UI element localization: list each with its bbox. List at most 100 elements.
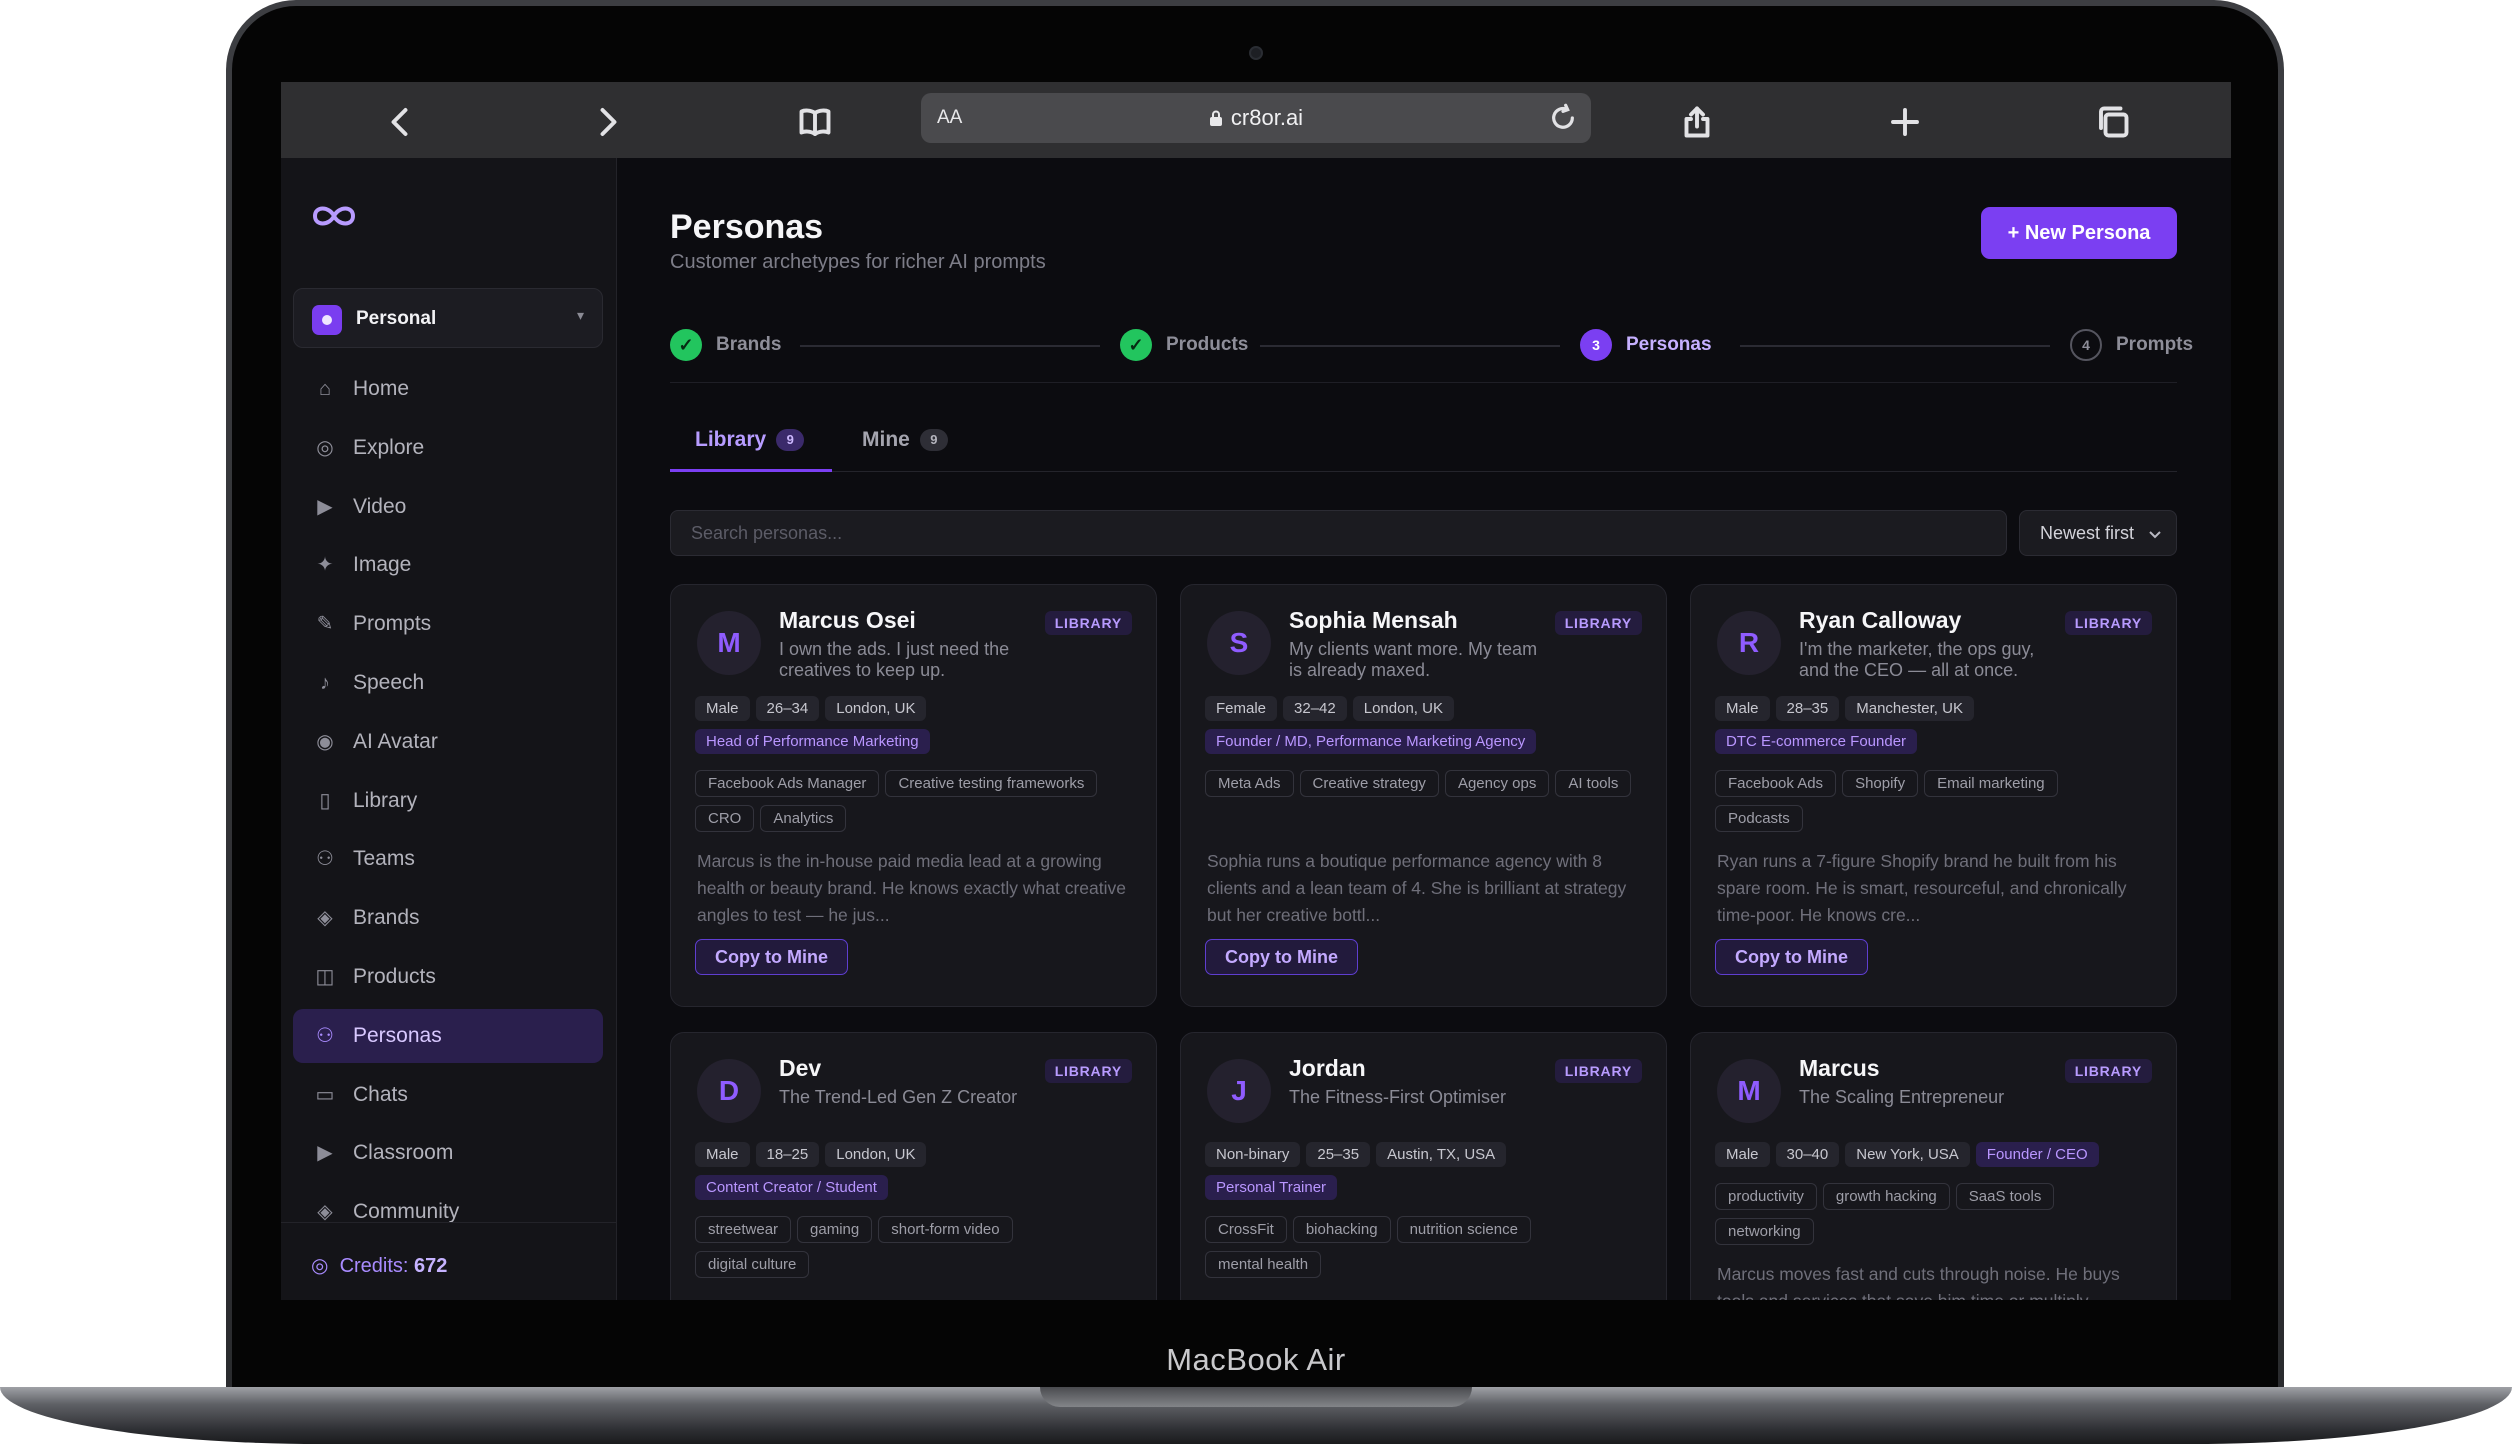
chevron-right-icon	[600, 108, 617, 136]
credits-display: ◎ Credits: 672	[311, 1253, 447, 1278]
skill-chip: CRO	[695, 805, 755, 832]
persona-tagline: The Trend-Led Gen Z Creator	[779, 1087, 1018, 1107]
bookmarks-button[interactable]	[795, 102, 835, 142]
skill-chip: Facebook Ads	[1715, 770, 1837, 797]
sidebar-item-label: Community	[353, 1200, 460, 1224]
step-personas[interactable]: 3 Personas	[1580, 328, 1712, 362]
sidebar-item-library[interactable]: ▯ Library	[293, 774, 603, 828]
sidebar-item-brands[interactable]: ◈ Brands	[293, 891, 603, 945]
sidebar-item-teams[interactable]: ⚇ Teams	[293, 832, 603, 886]
check-icon: ✓	[670, 329, 702, 361]
sidebar-item-classroom[interactable]: ▶ Classroom	[293, 1126, 603, 1180]
sort-selected: Newest first	[2040, 522, 2135, 543]
skill-chip: Agency ops	[1444, 770, 1550, 797]
sidebar-item-label: Prompts	[353, 612, 432, 636]
screen: AA cr8or.ai Personal ▾ ⌂ Home ◎ Explore ▶ Vi	[281, 82, 2231, 1300]
sidebar-item-chats[interactable]: ▭ Chats	[293, 1068, 603, 1122]
tab-mine[interactable]: Mine 9	[862, 420, 972, 472]
persona-card[interactable]: M Marcus The Scaling Entrepreneur LIBRARY Ma…	[1690, 1032, 2177, 1300]
skill-chips: Facebook Ads Manager Creative testing fra…	[695, 770, 1135, 840]
demographic-chips: Male 30–40 New York, USA Founder / CEO	[1715, 1142, 2155, 1175]
address-bar[interactable]: AA cr8or.ai	[921, 93, 1591, 143]
persona-name: Sophia Mensah	[1289, 607, 1458, 633]
demographic-chip: 32–42	[1283, 696, 1347, 721]
persona-card[interactable]: D Dev The Trend-Led Gen Z Creator LIBRARY Ma…	[670, 1032, 1157, 1300]
persona-description: Ryan runs a 7-figure Shopify brand he bu…	[1717, 851, 2127, 925]
chevron-left-icon	[391, 108, 408, 136]
sidebar-item-speech[interactable]: ♪ Speech	[293, 656, 603, 710]
sidebar-item-label: Brands	[353, 906, 420, 930]
step-label: Personas	[1626, 334, 1712, 355]
sidebar-item-products[interactable]: ◫ Products	[293, 950, 603, 1004]
persona-description: Jordan lives and breathes performance op…	[1207, 1294, 1647, 1300]
demographic-chip: 18–25	[755, 1142, 820, 1167]
count-badge: 9	[776, 429, 805, 451]
library-badge: LIBRARY	[2064, 1059, 2152, 1083]
persona-card[interactable]: S Sophia Mensah My clients want more. My t…	[1180, 584, 1667, 1007]
demographic-chips: Non-binary 25–35 Austin, TX, USA Personal T…	[1205, 1142, 1645, 1208]
skill-chip: productivity	[1715, 1183, 1817, 1210]
skill-chip: mental health	[1205, 1251, 1322, 1278]
skill-chips: Facebook Ads Shopify Email marketing Podcas…	[1715, 770, 2155, 840]
persona-tabs: Library 9 Mine 9	[670, 420, 2177, 472]
copy-to-mine-button[interactable]: Copy to Mine	[695, 939, 848, 975]
share-button[interactable]	[1677, 102, 1717, 142]
sidebar-item-image[interactable]: ✦ Image	[293, 538, 603, 592]
camera	[1249, 46, 1263, 60]
reload-button[interactable]	[1547, 102, 1579, 134]
sidebar-item-prompts[interactable]: ✎ Prompts	[293, 597, 603, 651]
copy-to-mine-button[interactable]: Copy to Mine	[1715, 939, 1868, 975]
persona-card[interactable]: R Ryan Calloway I'm the marketer, the ops …	[1690, 584, 2177, 1007]
demographic-chip: 28–35	[1775, 696, 1840, 721]
sidebar-item-explore[interactable]: ◎ Explore	[293, 421, 603, 475]
sidebar-item-personas[interactable]: ⚇ Personas	[293, 1008, 603, 1063]
diamond-icon: ◈	[317, 907, 333, 930]
forward-button[interactable]	[587, 102, 627, 142]
infinity-logo-icon[interactable]	[309, 202, 359, 230]
url-text: cr8or.ai	[1230, 105, 1304, 130]
avatar: R	[1717, 611, 1781, 675]
sidebar-item-ai-avatar[interactable]: ◉ AI Avatar	[293, 715, 603, 769]
demographic-chip: Manchester, UK	[1845, 696, 1974, 721]
onboarding-stepper: ✓ Brands ✓ Products 3 Personas 4 Prompts	[670, 328, 2193, 362]
copy-to-mine-button[interactable]: Copy to Mine	[1205, 939, 1358, 975]
step-connector	[800, 345, 1100, 347]
persona-card[interactable]: J Jordan The Fitness-First Optimiser LIBRAR…	[1180, 1032, 1667, 1300]
step-label: Brands	[716, 334, 782, 355]
search-input[interactable]	[670, 510, 2007, 556]
diamond-icon: ◈	[317, 1201, 333, 1224]
sidebar-item-label: AI Avatar	[353, 729, 438, 753]
avatar: S	[1207, 611, 1271, 675]
users-icon: ⚇	[316, 848, 334, 871]
sidebar-item-video[interactable]: ▶ Video	[293, 480, 603, 534]
persona-description: Dev lives online and shapes trends as mu…	[697, 1294, 1137, 1300]
sidebar-item-home[interactable]: ⌂ Home	[293, 362, 603, 416]
library-badge: LIBRARY	[1044, 1059, 1132, 1083]
play-icon: ▶	[317, 1142, 333, 1165]
sort-select[interactable]: Newest first	[2019, 510, 2177, 556]
step-number: 4	[2070, 329, 2102, 361]
new-tab-button[interactable]	[1885, 102, 1925, 142]
step-products[interactable]: ✓ Products	[1120, 328, 1248, 362]
step-prompts[interactable]: 4 Prompts	[2070, 328, 2193, 362]
step-number: 3	[1580, 329, 1612, 361]
step-label: Prompts	[2116, 334, 2194, 355]
caret-icon: ▾	[576, 307, 584, 323]
skill-chip: Analytics	[760, 805, 847, 832]
persona-name: Dev	[779, 1055, 822, 1081]
back-button[interactable]	[381, 102, 421, 142]
share-icon	[1684, 106, 1710, 138]
step-brands[interactable]: ✓ Brands	[670, 328, 781, 362]
persona-description: Sophia runs a boutique performance agenc…	[1207, 851, 1627, 925]
persona-tagline: I own the ads. I just need the creatives…	[779, 639, 1010, 680]
new-persona-button[interactable]: + New Persona	[1981, 207, 2177, 259]
persona-card[interactable]: M Marcus Osei I own the ads. I just need t…	[670, 584, 1157, 1007]
tabs-overview-button[interactable]	[2093, 102, 2133, 142]
chevron-down-icon	[2148, 525, 2162, 539]
demographic-chip: Non-binary	[1205, 1142, 1301, 1167]
workspace-switcher[interactable]: Personal ▾	[293, 288, 603, 348]
persona-description: Marcus moves fast and cuts through noise…	[1717, 1264, 2120, 1300]
tab-library[interactable]: Library 9	[670, 420, 832, 472]
url-display: cr8or.ai	[921, 105, 1591, 131]
avatar: J	[1207, 1059, 1271, 1123]
